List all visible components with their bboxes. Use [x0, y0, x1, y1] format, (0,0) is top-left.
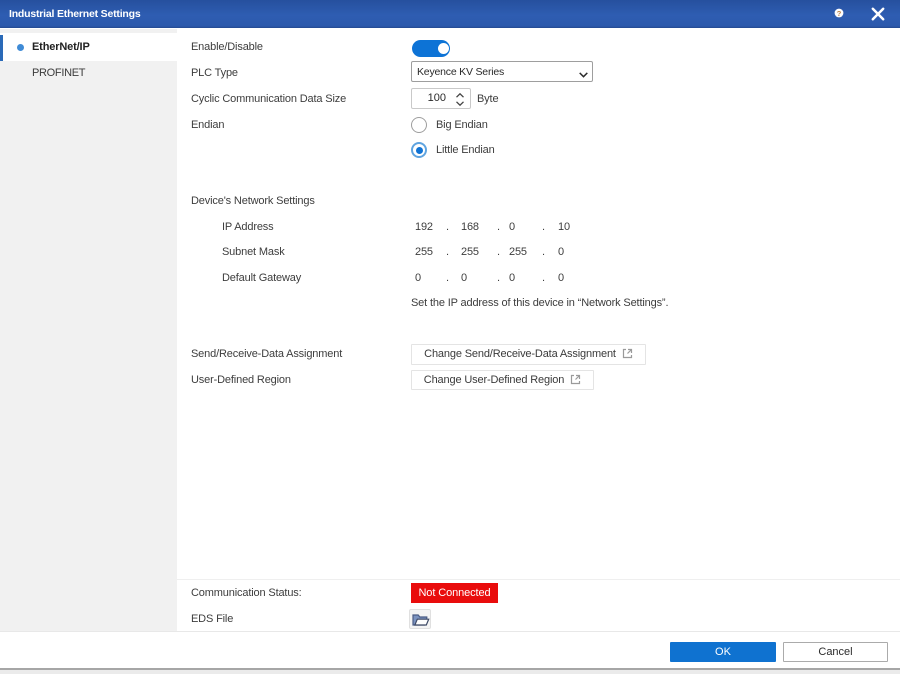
svg-text:?: ? [837, 9, 842, 18]
